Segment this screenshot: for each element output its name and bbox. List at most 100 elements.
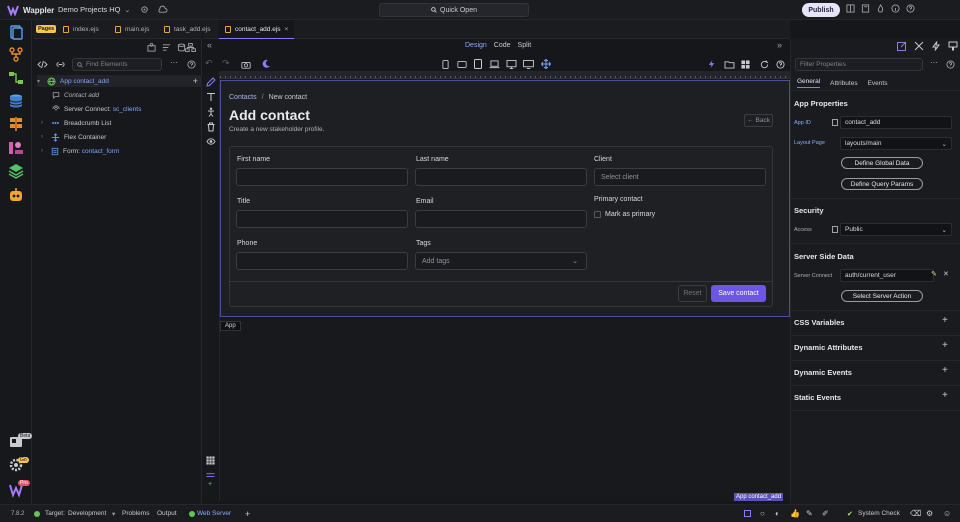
phone-input[interactable] [236, 252, 408, 270]
undo-icon[interactable]: ↶ [205, 58, 213, 69]
add-dynamic-event-icon[interactable]: + [942, 365, 948, 376]
wide-desktop-icon[interactable] [523, 60, 534, 69]
edit-icon[interactable] [206, 77, 216, 87]
tab-attributes[interactable]: Attributes [830, 80, 857, 87]
app-id-input[interactable]: contact_add [840, 116, 952, 129]
trash-icon[interactable] [206, 122, 216, 132]
tree-item-flex-container[interactable]: › Flex Container [41, 131, 106, 143]
brush-icon[interactable]: ✎ [806, 509, 813, 518]
mode-design[interactable]: Design [465, 42, 487, 49]
collapse-right-icon[interactable]: » [777, 40, 782, 50]
server-connect-input[interactable]: auth/current_user [840, 269, 934, 282]
primary-checkbox[interactable] [594, 211, 601, 218]
add-static-event-icon[interactable]: + [942, 390, 948, 401]
css-variables-heading[interactable]: CSS Variables [794, 318, 844, 327]
sort-icon[interactable] [162, 43, 171, 52]
access-select[interactable]: Public ⌄ [840, 223, 952, 236]
close-icon[interactable]: × [285, 26, 289, 33]
tags-select[interactable]: Add tags ⌄ [415, 252, 587, 270]
chevron-right-icon[interactable]: › [41, 148, 47, 154]
tree-item-breadcrumb[interactable]: › Breadcrumb List [41, 117, 111, 129]
define-query-params-button[interactable]: Define Query Params [841, 178, 923, 190]
layers-icon[interactable] [8, 163, 24, 179]
pencil-icon[interactable]: ✎ [931, 270, 937, 278]
eraser-icon[interactable]: ⌫ [910, 509, 921, 518]
selected-element-tag[interactable]: App contact_add [734, 493, 784, 501]
help-icon[interactable] [906, 4, 915, 13]
folder-open-icon[interactable] [724, 60, 735, 69]
find-elements-input[interactable]: Find Elements [72, 58, 162, 71]
split-icon[interactable]: ◐ [775, 509, 780, 518]
pen-icon[interactable]: ✐ [822, 509, 829, 518]
circle-icon[interactable]: ○ [760, 509, 765, 518]
more-menu-icon[interactable]: ⋯ [170, 58, 178, 67]
tab-task-add[interactable]: task_add.ejs [158, 20, 217, 39]
cloud-sync-icon[interactable] [157, 5, 168, 14]
grid-icon[interactable] [741, 60, 750, 69]
dynamic-attributes-heading[interactable]: Dynamic Attributes [794, 343, 863, 352]
reset-button[interactable]: Reset [678, 285, 707, 302]
eye-icon[interactable] [206, 137, 216, 146]
dark-mode-icon[interactable] [261, 59, 271, 69]
database-icon[interactable] [8, 93, 24, 109]
tab-index[interactable]: index.ejs [57, 20, 105, 39]
gear-icon[interactable] [140, 5, 149, 14]
tab-general[interactable]: General [797, 78, 821, 88]
target-select[interactable]: Development [68, 510, 106, 517]
code-brackets-icon[interactable] [37, 60, 48, 69]
more-menu-icon[interactable]: ⋯ [930, 58, 938, 67]
gear-icon[interactable]: ⚙ [926, 509, 933, 518]
chevron-down-icon[interactable]: ▾ [37, 78, 43, 85]
lightning-icon[interactable] [707, 59, 716, 69]
text-icon[interactable] [206, 92, 216, 102]
style-icon[interactable] [948, 41, 958, 51]
panel-layout-icon[interactable] [846, 4, 855, 13]
client-select[interactable]: Select client [594, 168, 766, 186]
tools-icon[interactable] [914, 41, 924, 51]
first-name-input[interactable] [236, 168, 408, 186]
close-icon[interactable]: ✕ [943, 270, 949, 278]
person-icon[interactable]: ☺ [943, 509, 951, 518]
tree-item-app[interactable]: ▾ App contact_add + [37, 75, 202, 87]
apps-grid-icon[interactable] [206, 456, 215, 465]
tablet-icon[interactable] [474, 59, 482, 69]
help-icon[interactable] [776, 60, 785, 69]
define-global-data-button[interactable]: Define Global Data [841, 157, 923, 169]
fire-icon[interactable] [876, 4, 885, 13]
design-tools-icon[interactable] [8, 140, 24, 156]
quick-open-bar[interactable]: Quick Open [379, 3, 529, 17]
edit-icon[interactable] [897, 41, 907, 51]
mode-code[interactable]: Code [494, 42, 511, 49]
tree-item-form[interactable]: › Form: contact_form [41, 145, 119, 157]
pages-icon[interactable] [8, 24, 24, 40]
project-selector[interactable]: Demo Projects HQ ⌄ [58, 5, 168, 14]
tab-contact-add[interactable]: contact_add.ejs × [219, 20, 295, 39]
output-tab[interactable]: Output [157, 510, 177, 517]
back-button[interactable]: ← Back [744, 114, 773, 127]
web-server-tab[interactable]: Web Server [197, 510, 231, 517]
breadcrumb-link-contacts[interactable]: Contacts [229, 94, 257, 101]
add-css-variable-icon[interactable]: + [942, 315, 948, 326]
add-small-icon[interactable]: + [208, 481, 212, 488]
phone-device-icon[interactable] [442, 60, 449, 69]
laptop-icon[interactable] [489, 60, 500, 69]
system-check[interactable]: System Check [858, 510, 900, 517]
mode-split[interactable]: Split [518, 42, 532, 49]
workflows-icon[interactable] [8, 70, 24, 86]
tab-main[interactable]: main.ejs [109, 20, 155, 39]
help-icon[interactable] [187, 60, 196, 69]
fit-screen-icon[interactable] [541, 59, 551, 69]
layout-page-select[interactable]: layouts/main ⌄ [840, 137, 952, 150]
last-name-input[interactable] [415, 168, 587, 186]
add-icon[interactable]: + [193, 76, 198, 86]
info-icon[interactable] [891, 4, 900, 13]
accessibility-icon[interactable] [206, 107, 216, 117]
add-dynamic-attribute-icon[interactable]: + [942, 340, 948, 351]
signpost-icon[interactable] [8, 116, 24, 132]
book-icon[interactable] [861, 4, 870, 13]
tree-item-server-connect[interactable]: Server Connect: sc_clients [52, 103, 141, 115]
problems-tab[interactable]: Problems [122, 510, 149, 517]
publish-button[interactable]: Publish [802, 3, 840, 17]
select-server-action-button[interactable]: Select Server Action [841, 290, 923, 302]
chevron-right-icon[interactable]: › [41, 134, 47, 140]
